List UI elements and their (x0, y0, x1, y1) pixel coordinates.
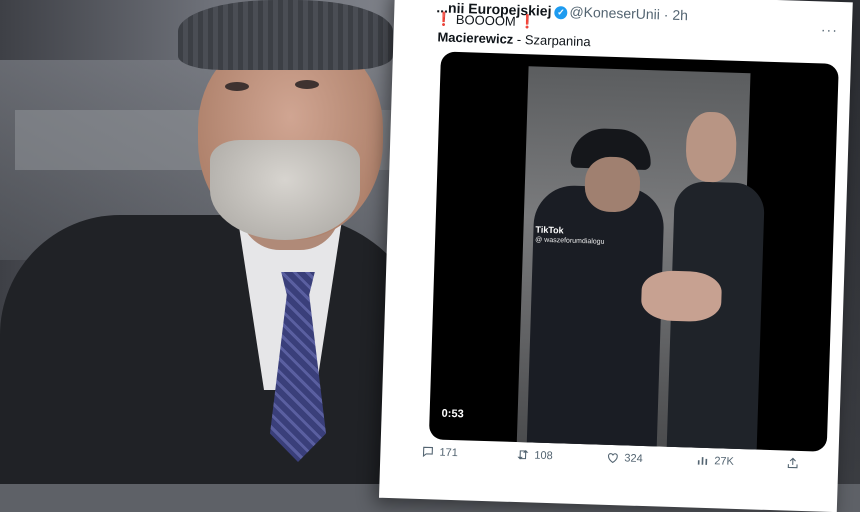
comment-icon (420, 445, 434, 459)
beard (210, 140, 360, 240)
share-icon (785, 456, 799, 470)
tiktok-logo-text: TikTok (535, 224, 564, 236)
views-count: 27K (714, 455, 735, 468)
repost-count: 108 (534, 449, 553, 463)
exclamation-icon: ❗ (435, 11, 453, 27)
account-handle[interactable]: @KoneserUnii (569, 3, 660, 22)
separator: · (659, 6, 673, 23)
tweet-text-rest: - Szarpanina (513, 31, 591, 50)
face (584, 156, 641, 213)
share-button[interactable] (785, 456, 799, 470)
exclamation-icon: ❗ (519, 13, 536, 30)
flat-cap (178, 0, 393, 70)
views-icon (695, 454, 709, 468)
repost-icon (515, 448, 529, 462)
heart-icon (605, 451, 619, 465)
face (685, 111, 738, 183)
tweet-actions: 171 108 324 27K (420, 445, 820, 478)
tweet-text-line-1: ❗ BOOOOM ❗ (436, 11, 536, 30)
verified-badge-icon: ✓ (554, 6, 568, 20)
video-player[interactable]: TikTok @ waszeforumdialogu 0:53 (428, 51, 839, 452)
man-portrait (0, 0, 430, 484)
like-count: 324 (624, 452, 643, 466)
boom-text: BOOOOM (455, 11, 517, 29)
coat (0, 215, 430, 484)
tweet-text-line-2: Macierewicz - Szarpanina (437, 29, 591, 49)
name-bold: Macierewicz (437, 29, 514, 47)
video-duration: 0:53 (441, 407, 464, 421)
tweet-card[interactable]: ...nii Europejskiej ✓ @KoneserUnii · 2h ··… (378, 0, 853, 512)
like-button[interactable]: 324 (605, 451, 643, 466)
repost-button[interactable]: 108 (515, 448, 553, 463)
right-eye (295, 80, 319, 89)
tiktok-watermark: TikTok @ waszeforumdialogu (535, 225, 605, 246)
video-frame (516, 66, 766, 452)
views-button[interactable]: 27K (695, 454, 734, 469)
hands (640, 269, 723, 323)
tweet-time[interactable]: 2h (672, 7, 688, 23)
reply-button[interactable]: 171 (420, 445, 458, 460)
left-eye (225, 82, 249, 91)
reply-count: 171 (439, 446, 458, 460)
more-options-icon[interactable]: ··· (821, 21, 838, 38)
